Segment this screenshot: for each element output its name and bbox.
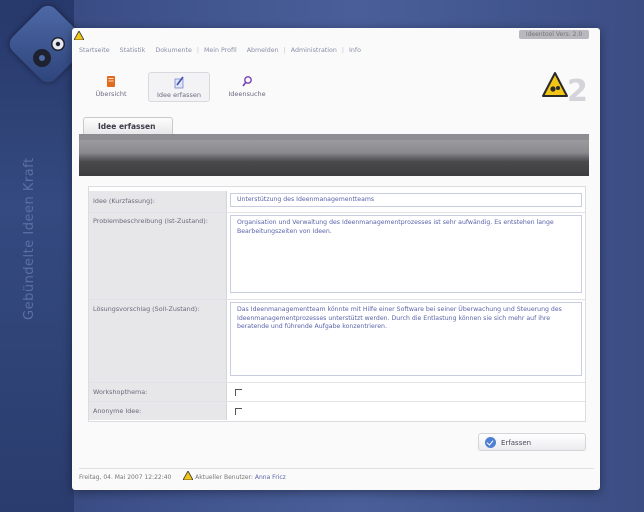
toolbar: Übersicht Idee erfassen Ideensuche [80, 72, 278, 102]
input-kurzfassung[interactable]: Unterstützung des Ideenmanagementteams [230, 193, 582, 207]
brand-warning-2-icon: 2 [542, 72, 588, 104]
header-band [79, 140, 589, 176]
label-problembeschreibung: Problembeschreibung (Ist-Zustand): [89, 213, 227, 299]
checkbox-workshopthema[interactable] [235, 389, 242, 396]
toolbar-ideensuche[interactable]: Ideensuche [216, 72, 278, 102]
form-row-kurzfassung: Idee (Kurzfassung): Unterstützung des Id… [89, 191, 585, 213]
nav-statistik[interactable]: Statistik [120, 47, 146, 54]
nav-divider: | [341, 47, 344, 54]
form-row-problembeschreibung: Problembeschreibung (Ist-Zustand): Organ… [89, 213, 585, 300]
nav-abmelden[interactable]: Abmelden [247, 47, 279, 54]
overview-icon [107, 76, 115, 87]
erfassen-button-label: Erfassen [501, 439, 532, 447]
form-row-workshopthema: Workshopthema: [89, 383, 585, 402]
footer-date: Freitag, 04. Mai 2007 12:22:40 [79, 474, 172, 481]
gears-logo-icon [33, 37, 65, 67]
version-label: Ideentool Vers. 2.0 [519, 30, 589, 39]
toolbar-uebersicht[interactable]: Übersicht [80, 72, 142, 102]
textarea-loesungsvorschlag[interactable]: Das Ideenmanagementteam könnte mit Hilfe… [230, 302, 582, 376]
tab-idee-erfassen[interactable]: Idee erfassen [83, 117, 173, 134]
erfassen-button[interactable]: Erfassen [478, 433, 586, 451]
checkmark-icon [485, 437, 496, 448]
toolbar-label: Übersicht [95, 90, 127, 98]
form-row-loesungsvorschlag: Lösungsvorschlag (Soll-Zustand): Das Ide… [89, 300, 585, 383]
nav-divider: | [196, 47, 199, 54]
idea-form: Idee (Kurzfassung): Unterstützung des Id… [88, 186, 586, 422]
side-panel [0, 0, 74, 512]
user-warning-icon [182, 470, 194, 481]
current-user-label: Aktueller Benutzer: [195, 474, 253, 481]
footer: Freitag, 04. Mai 2007 12:22:40 Aktueller… [79, 468, 594, 487]
checkbox-anonyme-idee[interactable] [235, 408, 242, 415]
edit-idea-icon [174, 76, 184, 89]
current-user-name[interactable]: Anna Fricz [255, 474, 286, 481]
svg-text:2: 2 [567, 74, 588, 104]
tagline: Gebündelte Ideen Kraft [22, 157, 37, 320]
nav-info[interactable]: Info [349, 47, 361, 54]
toolbar-label: Idee erfassen [157, 91, 201, 99]
textarea-problembeschreibung[interactable]: Organisation und Verwaltung des Ideenman… [230, 215, 582, 293]
nav-mein-profil[interactable]: Mein Profil [204, 47, 237, 54]
nav-startseite[interactable]: Startseite [79, 47, 110, 54]
top-navigation: Startseite Statistik Dokumente | Mein Pr… [79, 47, 361, 54]
label-kurzfassung: Idee (Kurzfassung): [89, 191, 227, 212]
warning-logo-icon [74, 31, 84, 40]
label-loesungsvorschlag: Lösungsvorschlag (Soll-Zustand): [89, 300, 227, 382]
label-anonyme-idee: Anonyme Idee: [89, 402, 227, 420]
toolbar-label: Ideensuche [228, 90, 266, 98]
search-icon [242, 76, 252, 87]
nav-divider: | [283, 47, 286, 54]
form-row-anonyme-idee: Anonyme Idee: [89, 402, 585, 420]
nav-administration[interactable]: Administration [291, 47, 337, 54]
toolbar-idee-erfassen[interactable]: Idee erfassen [148, 72, 210, 102]
nav-dokumente[interactable]: Dokumente [155, 47, 192, 54]
label-workshopthema: Workshopthema: [89, 383, 227, 401]
